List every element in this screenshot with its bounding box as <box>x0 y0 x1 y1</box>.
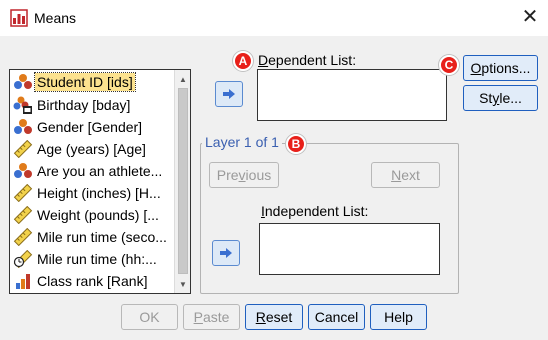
scroll-down-icon[interactable]: ▼ <box>175 276 191 292</box>
nominal-icon <box>14 119 32 134</box>
arrow-right-icon <box>220 248 232 258</box>
previous-button[interactable]: Pre v ious <box>209 162 279 188</box>
list-item[interactable]: Birthday [bday] <box>12 94 174 116</box>
scale-icon <box>13 140 33 158</box>
scroll-thumb[interactable] <box>178 88 188 274</box>
layer-title: Layer 1 of 1 <box>202 134 282 150</box>
list-item[interactable]: Height (inches) [H... <box>12 182 174 204</box>
variable-list-scrollbar[interactable]: ▲ ▼ <box>174 70 190 293</box>
list-item[interactable]: Class rank [Rank] <box>12 270 174 292</box>
list-item-label: Height (inches) [H... <box>37 185 161 201</box>
list-item[interactable]: Age (years) [Age] <box>12 138 174 160</box>
list-item[interactable]: Mile run time (seco... <box>12 226 174 248</box>
list-item-label: Age (years) [Age] <box>37 141 146 157</box>
nominal-date-icon <box>13 96 32 114</box>
nominal-icon <box>14 74 32 89</box>
title-bar: Means ✕ <box>0 0 548 36</box>
scale-icon <box>13 228 33 246</box>
next-button[interactable]: Next <box>371 162 440 188</box>
reset-button[interactable]: Reset <box>245 304 303 330</box>
scale-time-icon <box>13 250 33 268</box>
scale-icon <box>13 206 33 224</box>
list-item-label: Mile run time (seco... <box>37 229 167 245</box>
callout-c: C <box>439 55 459 75</box>
dependent-list-box[interactable] <box>257 69 447 121</box>
independent-list-label: Independent List: <box>261 203 369 219</box>
scroll-up-icon[interactable]: ▲ <box>175 71 191 87</box>
arrow-right-icon <box>223 89 235 99</box>
dependent-list-label: Dependent List: <box>258 52 357 68</box>
callout-a: A <box>233 51 253 71</box>
app-icon <box>10 9 28 27</box>
ordinal-icon <box>16 274 30 289</box>
list-item-label: Gender [Gender] <box>37 119 143 135</box>
list-item[interactable]: Gender [Gender] <box>12 116 174 138</box>
scale-icon <box>13 184 33 202</box>
ok-button[interactable]: OK <box>121 304 178 330</box>
list-item-label: Are you an athlete... <box>37 163 163 179</box>
list-item[interactable]: Mile run time (hh:... <box>12 248 174 270</box>
list-item[interactable]: Student ID [ids] <box>12 71 174 93</box>
list-item[interactable]: Weight (pounds) [... <box>12 204 174 226</box>
list-item[interactable]: Are you an athlete... <box>12 160 174 182</box>
nominal-icon <box>14 163 32 178</box>
independent-list-box[interactable] <box>259 223 440 275</box>
variable-list[interactable]: Student ID [ids] Birthday [bday] Gender … <box>9 69 191 294</box>
list-item-label: Mile run time (hh:... <box>37 251 157 267</box>
close-icon[interactable]: ✕ <box>520 5 540 29</box>
list-item-label: Birthday [bday] <box>37 97 131 113</box>
list-item-label: Weight (pounds) [... <box>37 207 159 223</box>
paste-button[interactable]: Paste <box>183 304 240 330</box>
options-button[interactable]: Options... <box>463 55 538 81</box>
help-button[interactable]: Help <box>370 304 427 330</box>
move-to-independent-button[interactable] <box>212 240 240 266</box>
list-item-label: Student ID [ids] <box>34 72 136 92</box>
style-button[interactable]: St y le... <box>463 85 538 111</box>
list-item-label: Class rank [Rank] <box>37 273 148 289</box>
cancel-button[interactable]: Cancel <box>308 304 365 330</box>
window-title: Means <box>34 10 77 26</box>
callout-b: B <box>286 134 306 154</box>
move-to-dependent-button[interactable] <box>215 81 243 107</box>
